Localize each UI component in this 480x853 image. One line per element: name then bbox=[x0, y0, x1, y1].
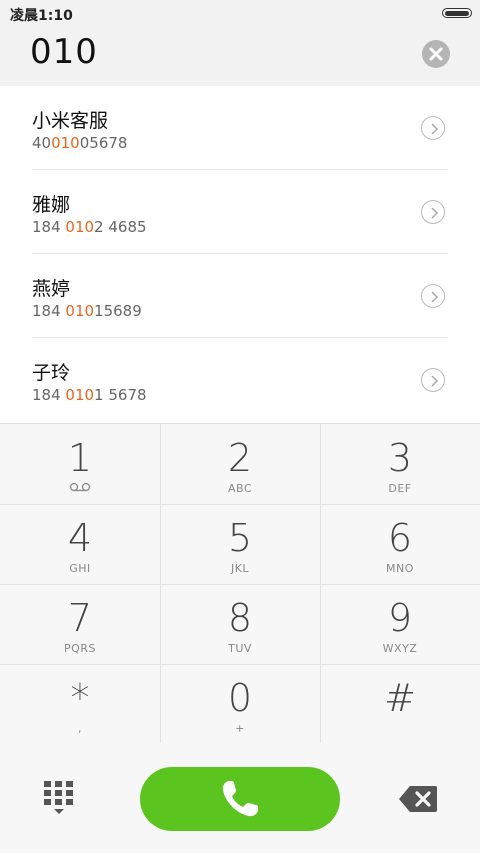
key-5[interactable]: 5 JKL bbox=[160, 504, 320, 584]
contact-number: 184 01015689 bbox=[32, 302, 142, 320]
contact-detail-button[interactable] bbox=[421, 368, 445, 392]
dialpad-grid-icon[interactable] bbox=[44, 781, 74, 815]
contact-result[interactable]: 燕婷 184 01015689 bbox=[0, 254, 480, 338]
dialed-number[interactable]: 010 bbox=[30, 32, 98, 72]
chevron-right-icon bbox=[431, 123, 439, 135]
contact-name: 燕婷 bbox=[32, 278, 71, 300]
chevron-right-icon bbox=[431, 291, 439, 303]
clear-button[interactable] bbox=[422, 40, 450, 68]
contact-result[interactable]: 子玲 184 0101 5678 bbox=[0, 338, 480, 422]
dial-input-bar: 010 bbox=[0, 28, 480, 86]
key-hash[interactable]: # bbox=[320, 664, 480, 744]
voicemail-icon bbox=[69, 482, 91, 492]
status-time: 凌晨1:10 bbox=[10, 8, 73, 24]
contact-detail-button[interactable] bbox=[421, 200, 445, 224]
chevron-right-icon bbox=[431, 207, 439, 219]
clear-icon bbox=[429, 47, 443, 61]
contact-number: 184 0101 5678 bbox=[32, 386, 147, 404]
phone-icon bbox=[222, 781, 258, 817]
call-button[interactable] bbox=[140, 767, 340, 831]
key-star[interactable]: * , bbox=[0, 664, 160, 744]
key-0[interactable]: 0 + bbox=[160, 664, 320, 744]
contact-result[interactable]: 雅娜 184 0102 4685 bbox=[0, 170, 480, 254]
contact-name: 雅娜 bbox=[32, 194, 71, 216]
contact-name: 子玲 bbox=[32, 362, 71, 384]
dial-keypad: 1 2 ABC 3 DEF 4 GHI 5 JKL 6 MNO 7 PQRS 8… bbox=[0, 423, 480, 744]
contact-name: 小米客服 bbox=[32, 110, 109, 132]
key-2[interactable]: 2 ABC bbox=[160, 424, 320, 504]
search-results-list: 小米客服 4001005678 雅娜 184 0102 4685 燕婷 184 … bbox=[0, 86, 480, 423]
chevron-right-icon bbox=[431, 375, 439, 387]
backspace-icon[interactable] bbox=[398, 785, 438, 813]
key-9[interactable]: 9 WXYZ bbox=[320, 584, 480, 664]
contact-number: 184 0102 4685 bbox=[32, 218, 147, 236]
contact-detail-button[interactable] bbox=[421, 284, 445, 308]
key-3[interactable]: 3 DEF bbox=[320, 424, 480, 504]
key-8[interactable]: 8 TUV bbox=[160, 584, 320, 664]
key-7[interactable]: 7 PQRS bbox=[0, 584, 160, 664]
key-4[interactable]: 4 GHI bbox=[0, 504, 160, 584]
contact-detail-button[interactable] bbox=[421, 116, 445, 140]
battery-icon bbox=[442, 8, 472, 18]
key-6[interactable]: 6 MNO bbox=[320, 504, 480, 584]
bottom-action-bar bbox=[0, 743, 480, 853]
contact-result[interactable]: 小米客服 4001005678 bbox=[0, 86, 480, 170]
status-bar: 凌晨1:10 bbox=[0, 0, 480, 28]
contact-number: 4001005678 bbox=[32, 134, 128, 152]
key-1[interactable]: 1 bbox=[0, 424, 160, 504]
